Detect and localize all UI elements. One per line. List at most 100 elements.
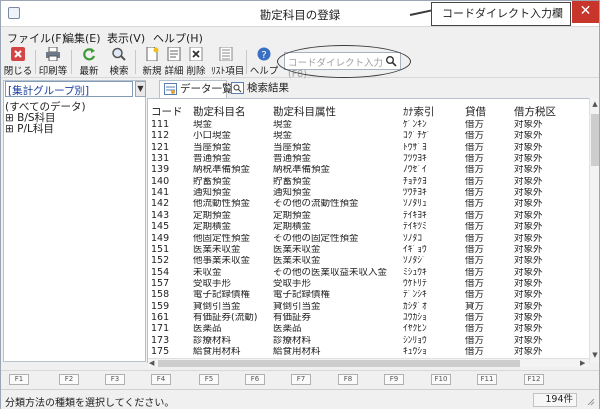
print-button[interactable]: 印刷等 — [38, 47, 68, 77]
fkey-f2[interactable]: F2 — [59, 374, 79, 385]
table-row[interactable]: 140 貯蓄預金 貯蓄預金 ﾁｮﾁｸﾖ 借方 対象外 — [148, 177, 588, 187]
horizontal-scroll-thumb[interactable] — [158, 360, 520, 367]
tab-search-results[interactable]: 検索結果 — [227, 80, 293, 98]
scroll-left-icon[interactable]: ◀ — [149, 359, 154, 367]
cell-name: 給食用材料 — [193, 347, 241, 357]
delete-button[interactable]: 削除 — [181, 47, 211, 77]
table-row[interactable]: 131 普通預金 普通預金 ﾌﾂｳﾖｷ 借方 対象外 — [148, 154, 588, 164]
cell-name: 普通預金 — [193, 154, 232, 164]
cell-code: 121 — [151, 142, 170, 153]
cell-dc: 借方 — [465, 120, 485, 130]
search-button[interactable]: 検索 — [104, 47, 134, 77]
cell-code: 154 — [151, 267, 170, 278]
table-row[interactable]: 154 未収金 その他の医業収益未収入金 ﾐｼｭｳｷ 借方 対象外 — [148, 268, 588, 278]
table-row[interactable]: 143 定期預金 定期預金 ﾃｲｷﾖｷ 借方 対象外 — [148, 211, 588, 221]
resize-grip-icon[interactable] — [585, 396, 595, 406]
scroll-right-icon[interactable]: ▶ — [580, 359, 585, 367]
table-row[interactable]: 158 電子記録債権 電子記録債権 ﾃﾞﾝｼｷ 借方 対象外 — [148, 290, 588, 300]
fkey-f9[interactable]: F9 — [384, 374, 404, 385]
cell-tax: 対象外 — [514, 278, 543, 289]
table-row[interactable]: 149 他固定性預金 その他の固定性預金 ｿﾉﾀｺ 借方 対象外 — [148, 234, 588, 244]
cell-dc: 借方 — [465, 324, 485, 334]
fkey-f7[interactable]: F7 — [291, 374, 311, 385]
help-button[interactable]: ? ヘルプ — [249, 47, 279, 77]
cell-dc: 借方 — [465, 256, 485, 266]
list-items-button[interactable]: ﾘｽﾄ項目 — [211, 47, 244, 77]
table-row[interactable]: 157 受取手形 受取手形 ｳｹﾄﾘﾃ 借方 対象外 — [148, 279, 588, 289]
fkey-f8[interactable]: F8 — [338, 374, 358, 385]
close-button[interactable]: 閉じる — [3, 47, 33, 77]
table-row[interactable]: 159 貸倒引当金 貸倒引当金 ｶｼﾀﾞｵ 貸方 対象外 — [148, 302, 588, 312]
cell-name: 納税準備預金 — [193, 165, 251, 176]
cell-tax: 対象外 — [514, 233, 543, 244]
cell-code: 145 — [151, 222, 170, 232]
header-tax[interactable]: 借方税区 — [514, 104, 556, 119]
cell-code: 131 — [151, 154, 170, 164]
cell-tax: 対象外 — [514, 312, 543, 323]
cell-dc: 借方 — [465, 210, 485, 221]
header-attr[interactable]: 勘定科目属性 — [273, 104, 336, 119]
window-close-button[interactable]: ✕ — [572, 1, 599, 23]
header-kana[interactable]: ｶﾅ索引 — [403, 104, 435, 119]
header-code[interactable]: コード — [151, 104, 183, 119]
fkey-f4[interactable]: F4 — [151, 374, 171, 385]
menu-view[interactable]: 表示(V) — [107, 30, 145, 46]
fkey-f1[interactable]: F1 — [9, 374, 29, 385]
table-row[interactable]: 121 当座預金 当座預金 ﾄｳｻﾞﾖ 借方 対象外 — [148, 143, 588, 153]
table-row[interactable]: 161 有価証券(流動) 有価証券 ﾕｳｶｼｮ 借方 対象外 — [148, 313, 588, 323]
tree-item-pl[interactable]: ⊞ P/L科目 — [5, 124, 86, 135]
cell-kana: ｲｷﾞｮｳ — [403, 244, 427, 255]
table-header: コード 勘定科目名 勘定科目属性 ｶﾅ索引 貸借 借方税区 — [148, 99, 598, 119]
table-row[interactable]: 112 小口現金 現金 ｺｸﾞﾁｹﾞ 借方 対象外 — [148, 131, 588, 141]
table-row[interactable]: 141 通知預金 通知預金 ﾂｳﾁﾖｷ 借方 対象外 — [148, 188, 588, 198]
help-icon: ? — [257, 47, 271, 61]
fkey-f6[interactable]: F6 — [245, 374, 265, 385]
cell-dc: 借方 — [465, 347, 485, 357]
scroll-down-icon[interactable]: ▼ — [590, 351, 600, 359]
group-select-value: [集計グループ別] — [8, 85, 90, 97]
cell-kana: ﾃｲｷﾂﾐ — [403, 222, 427, 232]
table-row[interactable]: 171 医薬品 医薬品 ｲﾔｸﾋﾝ 借方 対象外 — [148, 324, 588, 334]
fkey-f5[interactable]: F5 — [199, 374, 219, 385]
cell-kana: ﾕｳｶｼｮ — [403, 312, 427, 323]
menu-file[interactable]: ファイル(F) — [7, 30, 66, 46]
refresh-button[interactable]: 最新 — [74, 47, 104, 77]
cell-kana: ﾉｳｾﾞｲ — [403, 165, 427, 176]
table-row[interactable]: 139 納税準備預金 納税準備預金 ﾉｳｾﾞｲ 借方 対象外 — [148, 165, 588, 175]
cell-dc: 借方 — [465, 131, 485, 142]
vertical-scroll-thumb[interactable] — [591, 114, 599, 166]
fkey-f10[interactable]: F10 — [431, 374, 451, 385]
cell-code: 158 — [151, 290, 170, 300]
vertical-scrollbar[interactable]: ▲ ▼ — [589, 98, 599, 363]
cell-code: 141 — [151, 188, 170, 198]
table-row[interactable]: 173 診療材料 診療材料 ｼﾝﾘｮｳ 借方 対象外 — [148, 336, 588, 346]
scroll-up-icon[interactable]: ▲ — [590, 100, 600, 108]
chevron-down-icon[interactable]: ▼ — [135, 81, 146, 97]
fkey-f12[interactable]: F12 — [524, 374, 544, 385]
table-row[interactable]: 142 他流動性預金 その他の流動性預金 ｿﾉﾀﾘｭ 借方 対象外 — [148, 199, 588, 209]
cell-code: 171 — [151, 324, 170, 334]
table-row[interactable]: 152 他事業未収金 医業未収金 ｿﾉﾀｼﾞ 借方 対象外 — [148, 256, 588, 266]
table-row[interactable]: 151 医業未収金 医業未収金 ｲｷﾞｮｳ 借方 対象外 — [148, 245, 588, 255]
cell-name: 医薬品 — [193, 324, 222, 334]
menu-edit[interactable]: 編集(E) — [63, 30, 101, 46]
cell-kana: ｼﾝﾘｮｳ — [403, 335, 427, 346]
table-row[interactable]: 145 定期積金 定期積金 ﾃｲｷﾂﾐ 借方 対象外 — [148, 222, 588, 232]
cell-kana: ﾄｳｻﾞﾖ — [403, 142, 427, 153]
cell-kana: ﾃﾞﾝｼｷ — [403, 290, 427, 300]
table-row[interactable]: 175 給食用材料 給食用材料 ｷｭｳｼｮ 借方 対象外 — [148, 347, 588, 357]
fkey-f3[interactable]: F3 — [105, 374, 125, 385]
header-name[interactable]: 勘定科目名 — [193, 104, 246, 119]
cell-code: 157 — [151, 278, 170, 289]
header-dc[interactable]: 貸借 — [465, 104, 486, 119]
table-row[interactable]: 111 現金 現金 ｹﾞﾝｷﾝ 借方 対象外 — [148, 120, 588, 130]
group-select[interactable]: [集計グループ別] — [5, 81, 133, 97]
tab-data-list[interactable]: データ一覧 — [159, 80, 233, 98]
status-message: 分類方法の種類を選択してください。 — [5, 398, 175, 409]
horizontal-scrollbar[interactable]: ◀ ▶ — [148, 358, 589, 367]
highlight-ellipse — [277, 45, 411, 78]
refresh-icon — [83, 48, 96, 61]
cell-code: 139 — [151, 165, 170, 176]
fkey-f11[interactable]: F11 — [477, 374, 497, 385]
menu-help[interactable]: ヘルプ(H) — [153, 30, 203, 46]
